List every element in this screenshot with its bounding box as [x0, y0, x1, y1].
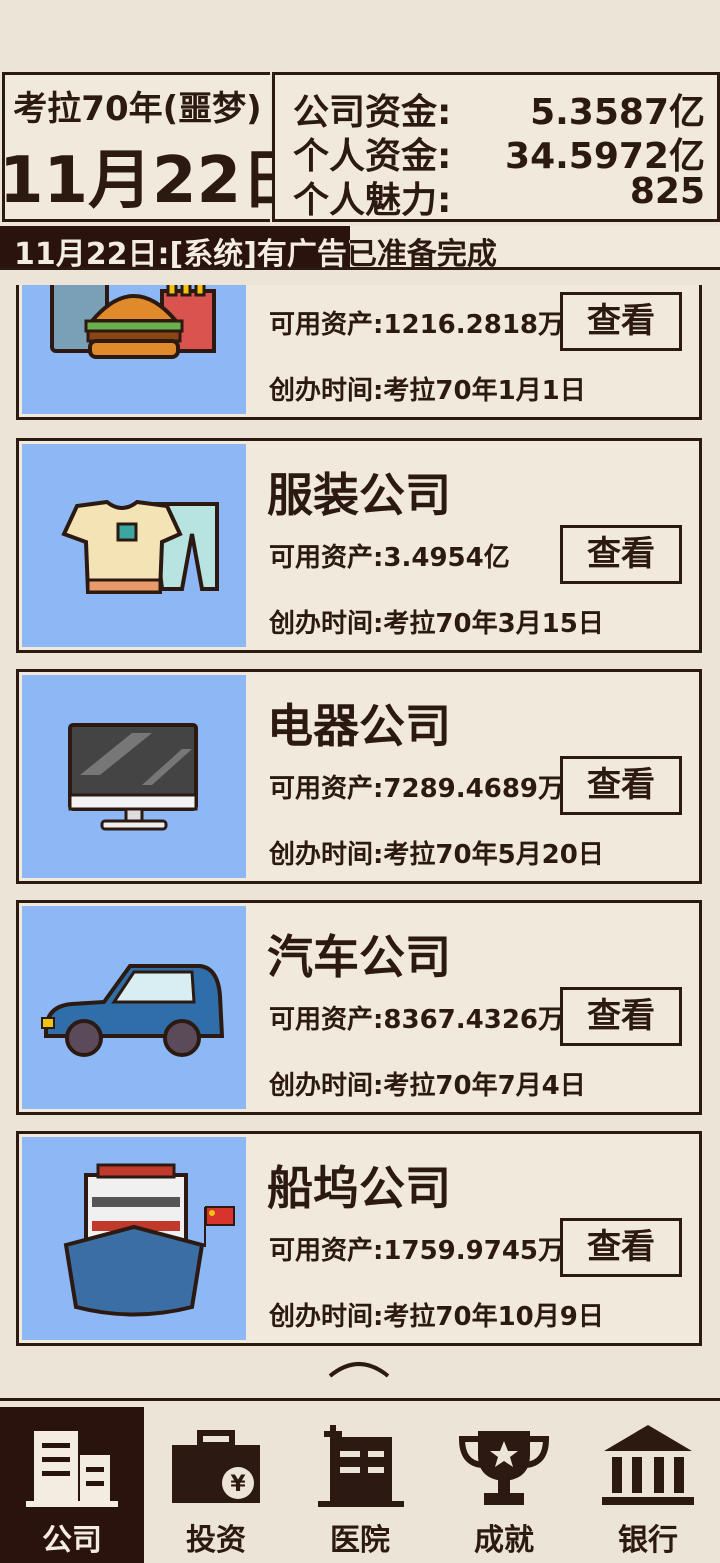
- hospital-icon: [318, 1425, 404, 1507]
- stats-panel: 公司资金: 5.3587亿 个人资金: 34.5972亿 个人魅力: 825: [272, 72, 720, 222]
- company-card-clothing: 服装公司 可用资产:3.4954亿 创办时间:考拉70年3月15日 查看: [16, 438, 702, 653]
- game-year-label: 考拉70年(噩梦): [13, 89, 262, 129]
- company-building-icon: [26, 1431, 118, 1507]
- date-panel: 考拉70年(噩梦) 11月22日: [0, 72, 305, 222]
- company-card-automobile: 汽车公司 可用资产:8367.4326万 创办时间:考拉70年7月4日 查看: [16, 900, 702, 1115]
- burger-icon: [50, 285, 216, 359]
- company-founded-date: 创办时间:考拉70年10月9日: [269, 1302, 604, 1332]
- tab-label: 投资: [186, 1523, 246, 1558]
- company-assets: 可用资产:3.4954亿: [269, 543, 510, 573]
- company-founded-date: 创办时间:考拉70年1月1日: [269, 376, 586, 406]
- tab-label: 医院: [330, 1523, 390, 1558]
- company-assets: 可用资产:1759.9745万: [269, 1236, 565, 1266]
- company-thumbnail: [22, 906, 246, 1109]
- company-card-food: 可用资产:1216.2818万 创办时间:考拉70年1月1日 查看: [16, 285, 702, 420]
- trophy-icon: [458, 1431, 550, 1505]
- tab-label: 银行: [618, 1523, 678, 1558]
- company-card-shipyard: 船坞公司 可用资产:1759.9745万 创办时间:考拉70年10月9日 查看: [16, 1131, 702, 1346]
- car-icon: [41, 964, 225, 1057]
- company-name: 电器公司: [267, 699, 451, 753]
- bank-icon: [602, 1425, 694, 1505]
- company-founded-date: 创办时间:考拉70年5月20日: [269, 840, 604, 870]
- view-button[interactable]: 查看: [560, 987, 682, 1046]
- company-list[interactable]: 可用资产:1216.2818万 创办时间:考拉70年1月1日 查看 服装公司 可…: [0, 285, 720, 1395]
- svg-text:¥: ¥: [230, 1472, 246, 1497]
- clothes-icon: [61, 499, 219, 594]
- company-thumbnail: [22, 444, 246, 647]
- scroll-up-indicator-icon: [328, 1362, 390, 1378]
- company-assets: 可用资产:1216.2818万: [269, 310, 565, 340]
- company-name: 船坞公司: [267, 1161, 451, 1215]
- ship-icon: [63, 1163, 235, 1317]
- charisma-value: 825: [629, 171, 705, 212]
- view-button[interactable]: 查看: [560, 756, 682, 815]
- monitor-icon: [68, 723, 198, 831]
- charisma-label: 个人魅力:: [293, 180, 452, 221]
- view-button[interactable]: 查看: [560, 1218, 682, 1277]
- tab-company[interactable]: 公司: [0, 1407, 144, 1563]
- company-thumbnail: [22, 1137, 246, 1340]
- company-founded-date: 创办时间:考拉70年7月4日: [269, 1071, 586, 1101]
- company-founded-date: 创办时间:考拉70年3月15日: [269, 609, 604, 639]
- company-assets: 可用资产:7289.4689万: [269, 774, 565, 804]
- charisma-row: 个人魅力: 825: [293, 171, 705, 221]
- personal-funds-row: 个人资金: 34.5972亿: [293, 127, 705, 177]
- current-date: 11月22日: [0, 144, 306, 218]
- news-ticker: 11月22日:[系统]有广告已准备完成: [0, 226, 720, 273]
- company-name: 汽车公司: [267, 930, 451, 984]
- company-assets: 可用资产:8367.4326万: [269, 1005, 565, 1035]
- bottom-tab-bar: 公司 ¥ 投资 医院 成就 银行: [0, 1398, 720, 1563]
- tab-invest[interactable]: ¥ 投资: [144, 1407, 288, 1563]
- tab-hospital[interactable]: 医院: [288, 1407, 432, 1563]
- company-funds-row: 公司资金: 5.3587亿: [293, 83, 705, 133]
- company-thumbnail: [22, 285, 246, 414]
- company-card-electronics: 电器公司 可用资产:7289.4689万 创办时间:考拉70年5月20日 查看: [16, 669, 702, 884]
- tab-label: 公司: [42, 1523, 102, 1558]
- tab-bank[interactable]: 银行: [576, 1407, 720, 1563]
- ticker-message: 11月22日:[系统]有广告已准备完成: [14, 229, 497, 273]
- view-button[interactable]: 查看: [560, 525, 682, 584]
- briefcase-icon: ¥: [172, 1430, 260, 1503]
- view-button[interactable]: 查看: [560, 292, 682, 351]
- company-thumbnail: [22, 675, 246, 878]
- company-name: 服装公司: [267, 468, 451, 522]
- tab-achievements[interactable]: 成就: [432, 1407, 576, 1563]
- tab-label: 成就: [474, 1523, 534, 1558]
- status-header: 考拉70年(噩梦) 11月22日 公司资金: 5.3587亿 个人资金: 34.…: [0, 72, 720, 226]
